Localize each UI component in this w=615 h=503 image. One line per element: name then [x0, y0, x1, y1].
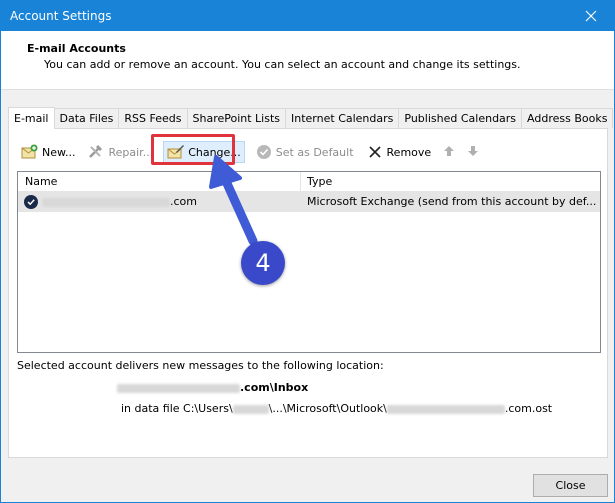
account-settings-window: Account Settings E-mail Accounts You can…: [0, 0, 615, 503]
close-button[interactable]: Close: [533, 474, 608, 497]
step-number-badge: 4: [241, 241, 285, 285]
tab-email[interactable]: E-mail: [8, 107, 55, 129]
annotation-arrow: [209, 155, 258, 246]
